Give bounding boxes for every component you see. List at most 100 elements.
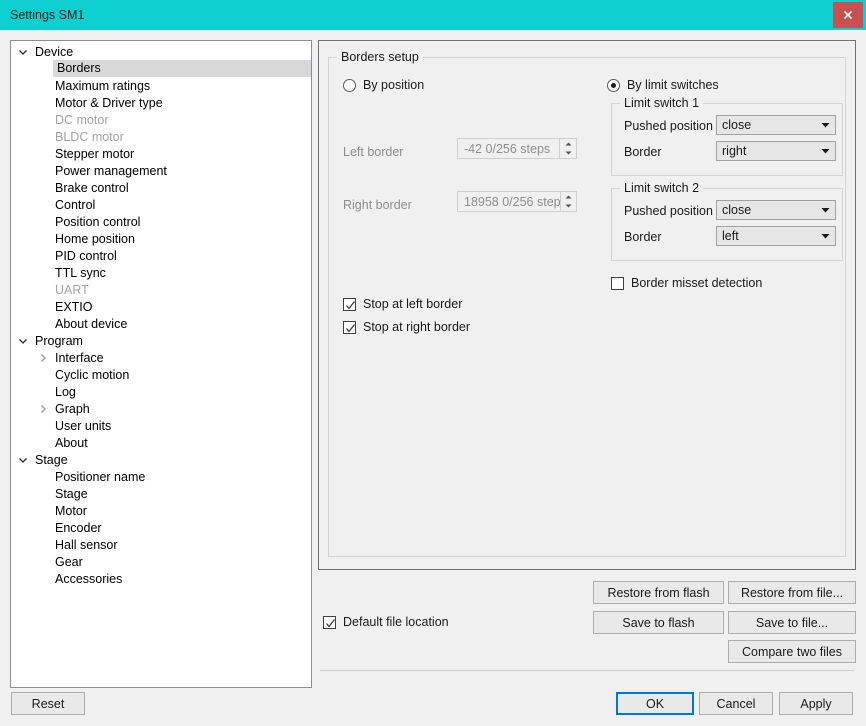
tree-item-stage[interactable]: Stage	[11, 485, 311, 502]
tree-item-stepper-motor[interactable]: Stepper motor	[11, 145, 311, 162]
checkbox-default-file-location[interactable]: Default file location	[323, 615, 449, 629]
right-border-value: 18958 0/256 steps	[458, 192, 560, 211]
right-border-spin-up[interactable]	[561, 192, 576, 202]
tree-item-gear[interactable]: Gear	[11, 553, 311, 570]
restore-from-file-button[interactable]: Restore from file...	[728, 581, 856, 604]
tree-item-label: Program	[31, 334, 83, 348]
tree-item-label: Power management	[51, 164, 167, 178]
tree-twisty-spacer	[35, 503, 51, 519]
right-border-spin-buttons[interactable]	[560, 192, 576, 211]
chevron-down-icon	[815, 207, 835, 213]
tree-item-pid-control[interactable]: PID control	[11, 247, 311, 264]
restore-from-flash-button[interactable]: Restore from flash	[593, 581, 724, 604]
tree-item-extio[interactable]: EXTIO	[11, 298, 311, 315]
checkbox-stop-at-right-border[interactable]: Stop at right border	[343, 320, 470, 334]
tree-item-position-control[interactable]: Position control	[11, 213, 311, 230]
tree-item-program[interactable]: Program	[11, 332, 311, 349]
tree-twisty-spacer	[35, 129, 51, 145]
chevron-down-icon[interactable]	[15, 44, 31, 60]
tree-twisty-spacer	[35, 265, 51, 281]
tree-twisty-spacer	[35, 316, 51, 332]
tree-item-motor[interactable]: Motor	[11, 502, 311, 519]
tree-item-brake-control[interactable]: Brake control	[11, 179, 311, 196]
tree-item-maximum-ratings[interactable]: Maximum ratings	[11, 77, 311, 94]
tree-item-hall-sensor[interactable]: Hall sensor	[11, 536, 311, 553]
chevron-right-icon[interactable]	[35, 401, 51, 417]
tree-item-about[interactable]: About	[11, 434, 311, 451]
tree-item-log[interactable]: Log	[11, 383, 311, 400]
checkbox-stop-at-left-border-box	[343, 298, 356, 311]
tree-item-accessories[interactable]: Accessories	[11, 570, 311, 587]
tree-item-device[interactable]: Device	[11, 43, 311, 60]
right-border-spinbox[interactable]: 18958 0/256 steps	[457, 191, 577, 212]
tree-twisty-spacer	[35, 112, 51, 128]
left-border-spinbox[interactable]: -42 0/256 steps	[457, 138, 577, 159]
tree-item-encoder[interactable]: Encoder	[11, 519, 311, 536]
left-border-spin-buttons[interactable]	[559, 139, 576, 158]
save-to-flash-button[interactable]: Save to flash	[593, 611, 724, 634]
tree-item-label: Encoder	[51, 521, 102, 535]
tree-item-ttl-sync[interactable]: TTL sync	[11, 264, 311, 281]
chevron-down-icon[interactable]	[15, 452, 31, 468]
dialog-footer: Reset OK Cancel Apply	[0, 692, 866, 726]
tree-twisty-spacer	[35, 435, 51, 451]
apply-button[interactable]: Apply	[779, 692, 853, 715]
tree-twisty-spacer	[35, 554, 51, 570]
tree-item-home-position[interactable]: Home position	[11, 230, 311, 247]
settings-tree-panel[interactable]: DeviceBordersMaximum ratingsMotor & Driv…	[10, 40, 312, 688]
chevron-down-icon	[815, 122, 835, 128]
right-border-spin-down[interactable]	[561, 202, 576, 212]
tree-item-control[interactable]: Control	[11, 196, 311, 213]
chevron-right-icon[interactable]	[35, 350, 51, 366]
limit-switch-2-pushed-position-select[interactable]: close	[716, 200, 836, 220]
checkbox-stop-at-left-border[interactable]: Stop at left border	[343, 297, 462, 311]
limit-switch-1-pushed-position-select[interactable]: close	[716, 115, 836, 135]
radio-by-limit-switches[interactable]: By limit switches	[607, 78, 719, 92]
left-border-spin-down[interactable]	[560, 149, 576, 159]
limit-switch-1-border-value: right	[717, 144, 815, 158]
tree-item-about-device[interactable]: About device	[11, 315, 311, 332]
tree-item-interface[interactable]: Interface	[11, 349, 311, 366]
tree-item-label: About device	[51, 317, 127, 331]
limit-switch-2-border-select[interactable]: left	[716, 226, 836, 246]
checkbox-border-misset-detection[interactable]: Border misset detection	[611, 276, 762, 290]
reset-button[interactable]: Reset	[11, 692, 85, 715]
tree-item-uart: UART	[11, 281, 311, 298]
check-icon	[345, 300, 356, 311]
limit-switch-2-border-value: left	[717, 229, 815, 243]
tree-item-cyclic-motion[interactable]: Cyclic motion	[11, 366, 311, 383]
tree-item-power-management[interactable]: Power management	[11, 162, 311, 179]
left-border-spin-up[interactable]	[560, 139, 576, 149]
limit-switch-1-pushed-position-value: close	[717, 118, 815, 132]
limit-switch-2-group-title: Limit switch 2	[620, 181, 703, 195]
limit-switch-2-group: Limit switch 2 Pushed position close Bor…	[611, 188, 843, 261]
check-icon	[345, 323, 356, 334]
tree-item-borders[interactable]: Borders	[11, 60, 311, 77]
tree-item-motor-driver-type[interactable]: Motor & Driver type	[11, 94, 311, 111]
borders-setup-group: Borders setup By position Left border -4…	[328, 57, 846, 557]
checkbox-default-file-location-box	[323, 616, 336, 629]
tree-twisty-spacer	[35, 180, 51, 196]
chevron-down-icon[interactable]	[15, 333, 31, 349]
tree-item-user-units[interactable]: User units	[11, 417, 311, 434]
checkbox-border-misset-detection-box	[611, 277, 624, 290]
save-to-file-button[interactable]: Save to file...	[728, 611, 856, 634]
compare-two-files-button[interactable]: Compare two files	[728, 640, 856, 663]
tree-item-label: Gear	[51, 555, 83, 569]
limit-switch-1-border-select[interactable]: right	[716, 141, 836, 161]
tree-item-label: EXTIO	[51, 300, 93, 314]
tree-item-graph[interactable]: Graph	[11, 400, 311, 417]
tree-twisty-spacer	[35, 520, 51, 536]
close-button[interactable]	[833, 2, 863, 28]
cancel-button[interactable]: Cancel	[699, 692, 773, 715]
tree-twisty-spacer	[35, 78, 51, 94]
ok-button[interactable]: OK	[616, 692, 694, 715]
tree-item-label: User units	[51, 419, 111, 433]
checkbox-stop-at-left-border-label: Stop at left border	[363, 297, 462, 311]
checkbox-stop-at-right-border-box	[343, 321, 356, 334]
file-actions-area: Default file location Restore from flash…	[318, 574, 856, 688]
radio-by-position[interactable]: By position	[343, 78, 424, 92]
tree-item-bldc-motor: BLDC motor	[11, 128, 311, 145]
tree-item-stage[interactable]: Stage	[11, 451, 311, 468]
tree-item-positioner-name[interactable]: Positioner name	[11, 468, 311, 485]
